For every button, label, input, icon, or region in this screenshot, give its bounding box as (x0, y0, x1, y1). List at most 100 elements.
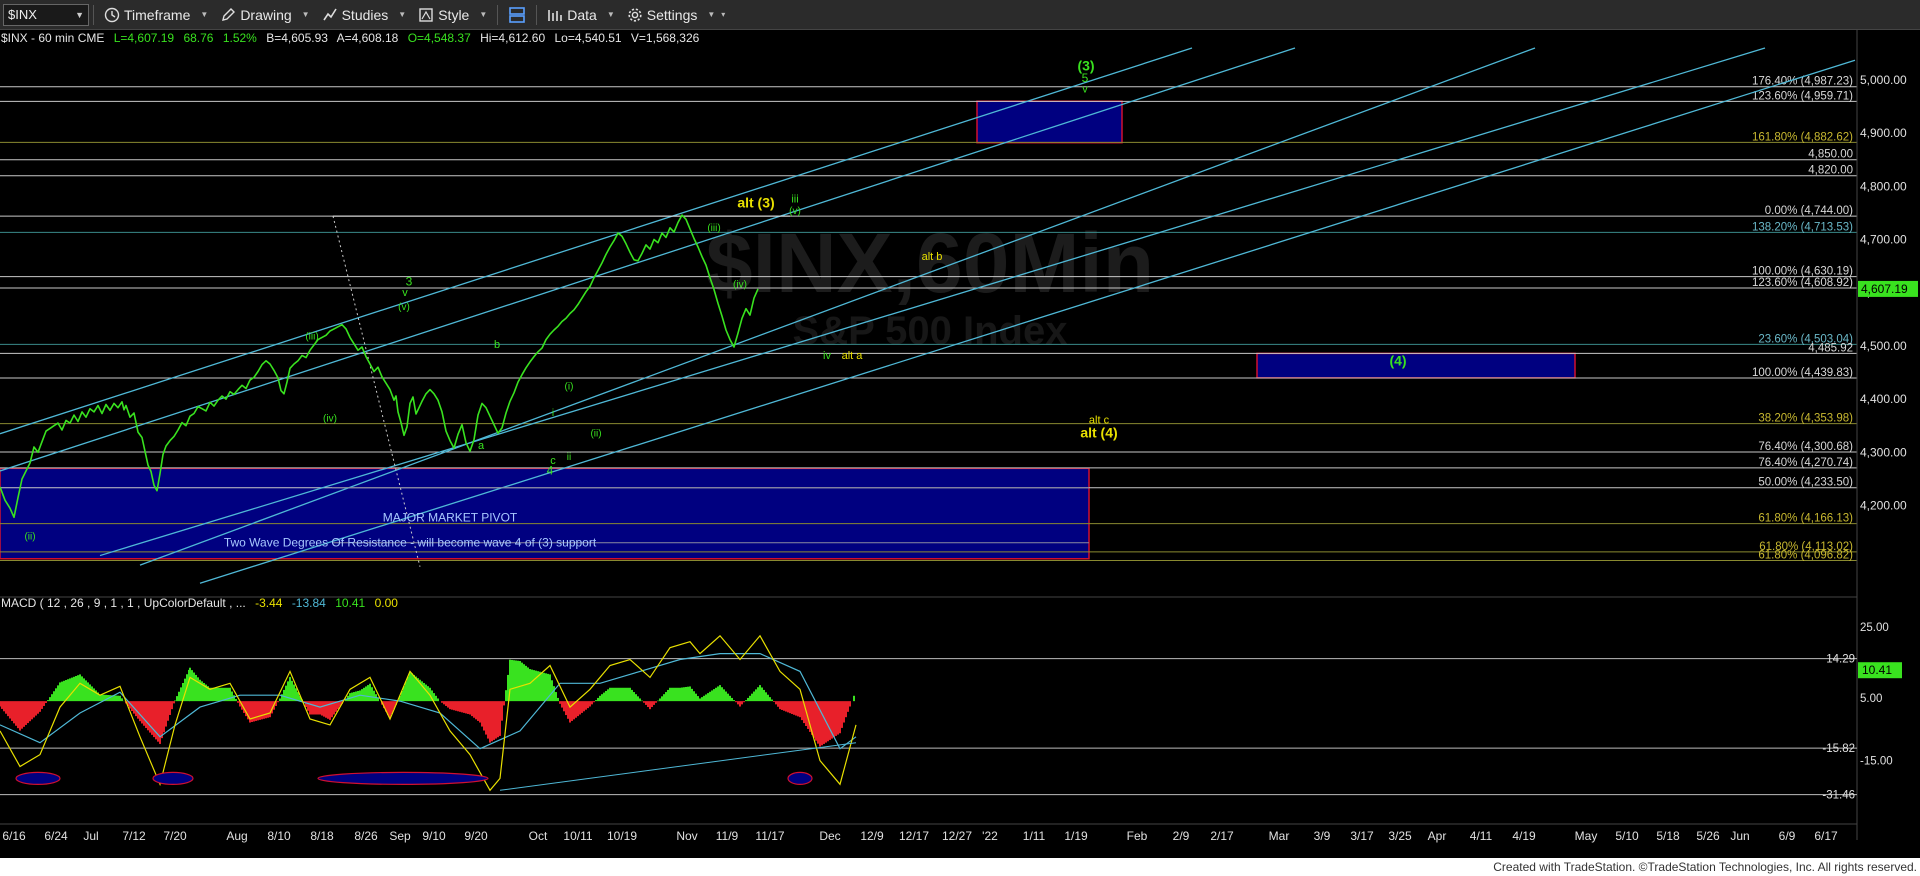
wave-label: i (552, 408, 554, 419)
price-tick-label: 4,400.00 (1860, 392, 1907, 406)
level-label: 100.00% (4,439.83) (1752, 367, 1853, 379)
header-low: Lo=4,540.51 (555, 31, 622, 45)
time-tick-label: 6/24 (44, 829, 68, 843)
wave-4-box (1256, 352, 1576, 379)
wave-label: (iii) (707, 223, 720, 234)
wave-label: iii (791, 193, 798, 205)
level-label: 138.20% (4,713.53) (1752, 221, 1853, 233)
level-label: 100.00% (4,630.19) (1752, 266, 1853, 278)
wave-label: (iv) (733, 279, 747, 290)
gear-icon (628, 7, 642, 22)
style-button[interactable]: Style ▼ (412, 2, 493, 28)
level-label: 161.80% (4,882.62) (1752, 131, 1853, 143)
data-button[interactable]: Data ▼ (541, 2, 621, 28)
price-axis-background (1857, 30, 1920, 858)
time-tick-label: 1/19 (1064, 829, 1088, 843)
dropdown-arrow-icon: ▼ (398, 10, 407, 19)
level-label: 61.80% (4,166.13) (1758, 513, 1853, 525)
wave-label: (ii) (24, 532, 35, 543)
time-tick-label: 7/20 (163, 829, 187, 843)
time-tick-label: 3/25 (1388, 829, 1412, 843)
symbol-selector[interactable]: $INX ▼ (3, 3, 89, 26)
wave-label: ii (567, 452, 571, 463)
level-label: 123.60% (4,959.71) (1752, 90, 1853, 102)
macd-header: MACD ( 12 , 26 , 9 , 1 , 1 , UpColorDefa… (1, 596, 398, 610)
level-label: 176.40% (4,987.23) (1752, 76, 1853, 88)
wave-label: (4) (1389, 353, 1406, 369)
time-tick-label: 12/27 (942, 829, 972, 843)
pencil-icon (222, 7, 236, 21)
divergence-ellipse (317, 771, 489, 786)
wave-label: (i) (565, 382, 574, 393)
chevron-down-icon: ▼ (75, 9, 84, 20)
price-tick-label: 4,500.00 (1860, 339, 1907, 353)
time-tick-label: Mar (1269, 829, 1290, 843)
time-tick-label: May (1575, 829, 1598, 843)
wave-label: 4 (547, 464, 554, 478)
level-label: 61.80% (4,096.82) (1758, 549, 1853, 561)
last-price-label: 4,607.19 (1861, 282, 1908, 296)
level-label: 76.40% (4,270.74) (1758, 457, 1853, 469)
style-label: Style (438, 6, 470, 23)
level-label: 0.00% (4,744.00) (1765, 205, 1853, 217)
wave-label: a (478, 440, 485, 452)
wave-label: b (494, 339, 500, 351)
price-axis: 5,000.004,900.004,800.004,700.004,600.00… (1856, 30, 1920, 858)
macd-value-2: -13.84 (292, 596, 326, 610)
divergence-ellipse (15, 771, 61, 786)
wave-label: alt a (842, 350, 864, 362)
time-tick-label: 11/17 (755, 829, 784, 843)
time-tick-label: 6/9 (1779, 829, 1796, 843)
time-tick-label: 4/19 (1512, 829, 1536, 843)
timeframe-button[interactable]: Timeframe ▼ (98, 2, 214, 28)
studies-button[interactable]: Studies ▼ (316, 2, 413, 28)
time-tick-label: 9/20 (464, 829, 488, 843)
header-symbol: $INX - 60 min CME (1, 31, 104, 45)
time-tick-label: 12/17 (899, 829, 929, 843)
drawing-button[interactable]: Drawing ▼ (214, 2, 315, 28)
wave-label: MAJOR MARKET PIVOT (383, 511, 518, 525)
time-tick-label: Feb (1127, 829, 1148, 843)
level-label: 4,850.00 (1808, 149, 1853, 161)
wave-label: (ii) (590, 428, 601, 439)
toolbar-divider (536, 4, 538, 25)
level-label: 4,485.92 (1808, 342, 1853, 354)
time-tick-label: Oct (529, 829, 548, 843)
drawing-label: Drawing (240, 6, 292, 23)
wave-label: v (1082, 84, 1088, 96)
time-tick-label: 8/10 (267, 829, 291, 843)
toolbar-divider (93, 4, 94, 25)
macd-label: MACD ( 12 , 26 , 9 , 1 , 1 , UpColorDefa… (1, 596, 246, 610)
macd-tick-label: 25.00 (1860, 622, 1889, 634)
macd-tick-label: -31.46 (1822, 790, 1855, 802)
time-tick-label: 5/18 (1656, 829, 1680, 843)
wave-label: (v) (789, 206, 801, 217)
header-open: O=4,548.37 (408, 31, 471, 45)
time-tick-label: 6/17 (1814, 829, 1838, 843)
chart-header: $INX - 60 min CME L=4,607.19 68.76 1.52%… (1, 31, 700, 45)
level-label: 123.60% (4,608.92) (1752, 277, 1853, 289)
dropdown-arrow-icon: ▼ (707, 10, 716, 19)
chart-background (0, 30, 1920, 858)
wave-label: Two Wave Degrees Of Resistance - will be… (224, 536, 597, 550)
header-pct: 1.52% (223, 31, 257, 45)
wave-label: (v) (398, 302, 410, 313)
time-tick-label: Nov (676, 829, 697, 843)
time-tick-label: 5/26 (1696, 829, 1720, 843)
level-label: 76.40% (4,300.68) (1758, 441, 1853, 453)
layout-button[interactable] (502, 2, 532, 28)
settings-button[interactable]: Settings ▼ ▾ (621, 2, 732, 28)
settings-label: Settings (646, 6, 698, 23)
price-chart[interactable]: $INX - 60 min CME L=4,607.19 68.76 1.52%… (0, 30, 1920, 858)
dropdown-arrow-icon: ▼ (301, 10, 310, 19)
time-tick-label: 8/18 (310, 829, 334, 843)
time-tick-label: Apr (1428, 829, 1447, 843)
wave-label: (iii) (305, 332, 318, 343)
time-tick-label: Sep (389, 829, 411, 843)
time-tick-label: 10/11 (563, 829, 592, 843)
style-icon (419, 7, 433, 22)
time-tick-label: 3/17 (1350, 829, 1374, 843)
timeframe-label: Timeframe (124, 6, 191, 23)
wave-label: alt (3) (737, 195, 774, 211)
time-tick-label: 2/17 (1210, 829, 1234, 843)
